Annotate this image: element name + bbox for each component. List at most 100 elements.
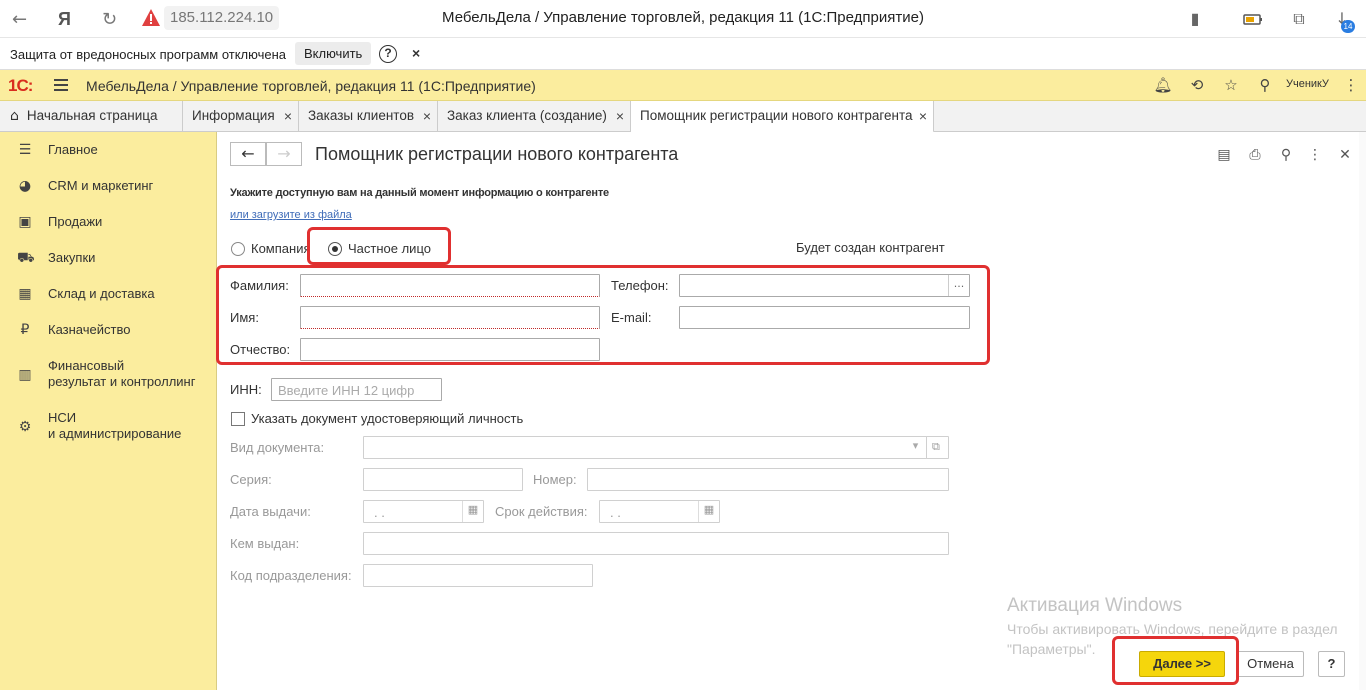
home-icon: ⌂: [10, 108, 19, 124]
scrollbar[interactable]: [1359, 132, 1366, 690]
app-title: МебельДела / Управление торговлей, редак…: [86, 78, 536, 94]
hamburger-icon: ☰: [18, 142, 32, 158]
bookmark-icon[interactable]: ▮: [1184, 8, 1206, 30]
close-tab-icon[interactable]: ×: [919, 101, 927, 131]
series-field[interactable]: [363, 468, 523, 491]
highlight-name-fields: [216, 265, 990, 365]
help-icon[interactable]: ?: [379, 45, 397, 63]
radio-company[interactable]: [231, 242, 245, 256]
issued-by-label: Кем выдан:: [230, 536, 300, 551]
sidebar-item-financial[interactable]: ▥ Финансовый результат и контроллинг: [0, 358, 217, 392]
sidebar-item-admin[interactable]: ⚙ НСИ и администрирование: [0, 410, 217, 444]
radio-company-label[interactable]: Компания: [251, 241, 311, 256]
sidebar-item-label-line2: и администрирование: [48, 426, 182, 441]
window-title: МебельДела / Управление торговлей, редак…: [442, 9, 924, 26]
sidebar-item-warehouse[interactable]: ▦ Склад и доставка: [0, 286, 217, 306]
search-icon[interactable]: ⚲: [1255, 75, 1275, 95]
tab-label: Помощник регистрации нового контрагента: [640, 108, 913, 123]
menu-dots-icon[interactable]: ⋮: [1341, 75, 1361, 95]
user-name[interactable]: УченикУ: [1286, 78, 1329, 90]
logo-1c: 1С:: [8, 76, 33, 95]
instruction-text: Укажите доступную вам на данный момент и…: [230, 187, 609, 199]
sidebar-item-label: Главное: [48, 142, 98, 157]
issued-by-field[interactable]: [363, 532, 949, 555]
inn-field[interactable]: Введите ИНН 12 цифр: [271, 378, 442, 401]
arrow-right-icon: →: [277, 144, 291, 163]
open-icon: ⧉: [932, 440, 940, 453]
arrow-left-icon: ←: [241, 144, 255, 163]
issue-date-field[interactable]: . . ▦: [363, 500, 484, 523]
star-icon[interactable]: ☆: [1221, 75, 1241, 95]
tab-home[interactable]: ⌂ Начальная страница: [0, 101, 183, 132]
close-tab-icon[interactable]: ×: [284, 101, 292, 131]
warehouse-icon: ▦: [18, 286, 32, 302]
tabs-bar: ⌂ Начальная страница Информация × Заказы к…: [0, 101, 1366, 133]
tab-new-counterparty-wizard[interactable]: Помощник регистрации нового контрагента ×: [631, 101, 934, 133]
close-form-icon[interactable]: ✕: [1336, 146, 1354, 164]
sidebar-item-sales[interactable]: ▣ Продажи: [0, 214, 217, 234]
app-header: 1С: МебельДела / Управление торговлей, р…: [0, 70, 1366, 101]
number-field[interactable]: [587, 468, 949, 491]
sidebar-item-label-line2: результат и контроллинг: [48, 374, 196, 389]
calendar-icon[interactable]: ▦: [698, 501, 719, 522]
tab-label: Информация: [192, 108, 275, 123]
tab-information[interactable]: Информация ×: [183, 101, 299, 132]
will-create-text: Будет создан контрагент: [796, 240, 945, 255]
download-badge: 14: [1341, 20, 1355, 33]
back-button[interactable]: ←: [230, 142, 266, 166]
sidebar-item-main[interactable]: ☰ Главное: [0, 142, 217, 162]
expiry-label: Срок действия:: [495, 504, 588, 519]
doc-type-select[interactable]: ▾: [363, 436, 927, 459]
sidebar-item-label: CRM и маркетинг: [48, 178, 154, 193]
close-tab-icon[interactable]: ×: [616, 101, 624, 131]
more-icon[interactable]: ⋮: [1306, 146, 1324, 164]
shopping-bag-icon: ▣: [18, 214, 32, 230]
history-icon[interactable]: ⟲: [1187, 75, 1207, 95]
sidebar-item-label: НСИ: [48, 410, 77, 425]
cancel-button[interactable]: Отмена: [1237, 651, 1304, 677]
infobar-text: Защита от вредоносных программ отключена: [10, 47, 287, 62]
issue-date-value: . .: [374, 505, 385, 520]
id-document-checkbox-label[interactable]: Указать документ удостоверяющий личность: [251, 411, 523, 426]
sidebar-item-crm[interactable]: ◕ CRM и маркетинг: [0, 178, 217, 198]
sidebar-item-purchases[interactable]: ⛟ Закупки: [0, 250, 217, 270]
download-icon[interactable]: ↓ 14: [1331, 8, 1355, 33]
chevron-down-icon[interactable]: ▾: [905, 437, 926, 458]
load-from-file-link[interactable]: или загрузите из файла: [230, 209, 352, 221]
dept-code-label: Код подразделения:: [230, 568, 352, 583]
extensions-icon[interactable]: ⧉: [1288, 8, 1310, 30]
number-label: Номер:: [533, 472, 577, 487]
highlight-private-person: [307, 227, 451, 265]
doc-type-open-button[interactable]: ⧉: [926, 436, 949, 459]
inn-placeholder: Введите ИНН 12 цифр: [278, 383, 415, 398]
tab-customer-orders[interactable]: Заказы клиентов ×: [299, 101, 438, 132]
tab-label: Заказ клиента (создание): [447, 108, 607, 123]
browser-toolbar: ← Я ↻ 185.112.224.10 МебельДела / Управл…: [0, 0, 1366, 38]
highlight-next-button: [1112, 636, 1239, 685]
sidebar-item-label: Склад и доставка: [48, 286, 155, 301]
series-label: Серия:: [230, 472, 272, 487]
chart-icon: ▥: [18, 367, 32, 383]
cart-icon: ⛟: [17, 250, 35, 266]
enable-protection-button[interactable]: Включить: [295, 42, 372, 65]
bell-icon[interactable]: 🔔︎: [1153, 75, 1173, 95]
dept-code-field[interactable]: [363, 564, 593, 587]
calendar-icon[interactable]: ▦: [462, 501, 483, 522]
preview-icon[interactable]: ⚲: [1277, 146, 1295, 164]
sidebar-item-label: Финансовый: [48, 358, 125, 373]
main-menu-icon[interactable]: [54, 79, 68, 91]
sidebar-item-treasury[interactable]: ₽ Казначейство: [0, 322, 217, 342]
expiry-date-field[interactable]: . . ▦: [599, 500, 720, 523]
forward-button[interactable]: →: [266, 142, 302, 166]
close-icon[interactable]: ×: [412, 45, 420, 61]
inn-label: ИНН:: [230, 382, 262, 397]
page-title: Помощник регистрации нового контрагента: [315, 144, 679, 164]
id-document-checkbox[interactable]: [231, 412, 245, 426]
tab-customer-order-create[interactable]: Заказ клиента (создание) ×: [438, 101, 631, 132]
ruble-icon: ₽: [20, 322, 30, 338]
save-icon[interactable]: ▤: [1215, 146, 1233, 164]
help-button[interactable]: ?: [1318, 651, 1345, 677]
print-icon[interactable]: ⎙: [1246, 146, 1264, 164]
battery-icon[interactable]: [1242, 8, 1264, 30]
close-tab-icon[interactable]: ×: [423, 101, 431, 131]
